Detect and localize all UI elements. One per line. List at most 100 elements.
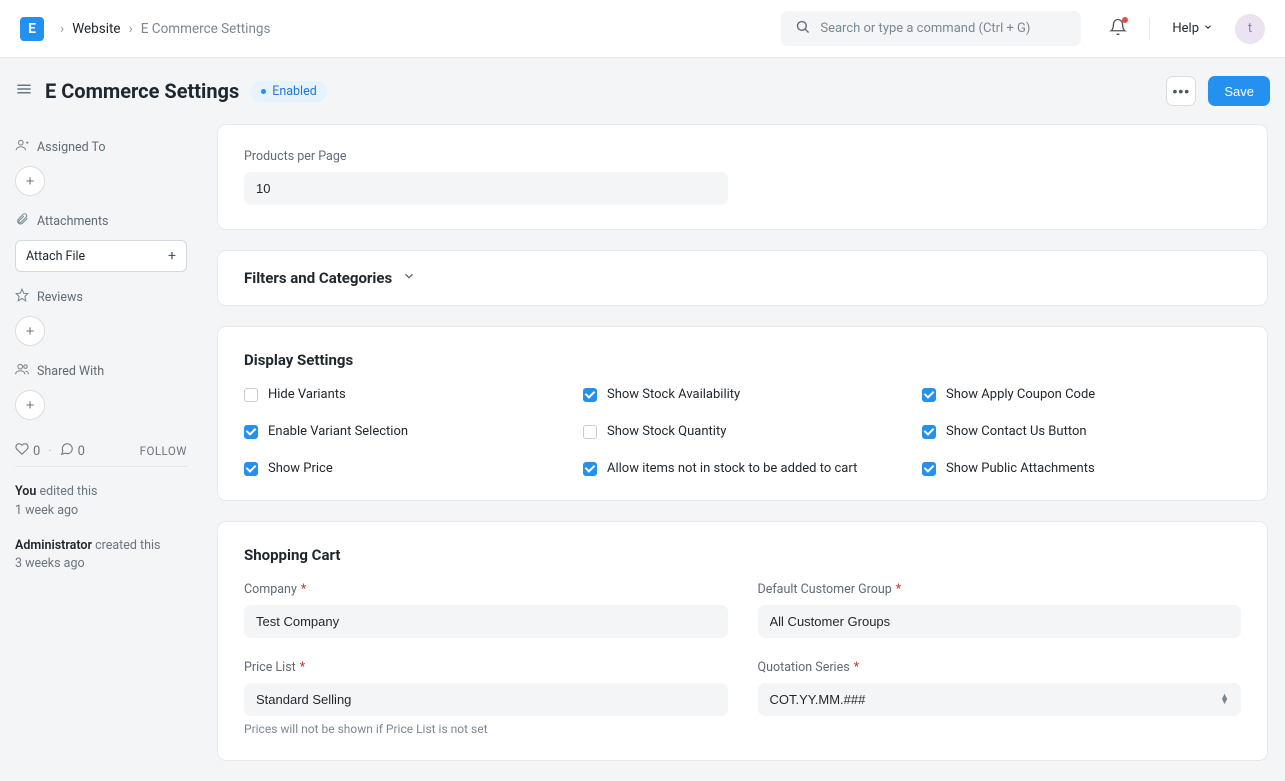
company-input[interactable] [244, 605, 728, 638]
checkbox-allow-items-not-in-stock-to-be-added-to-cart[interactable]: Allow items not in stock to be added to … [583, 461, 902, 476]
chevron-down-icon [1203, 21, 1213, 36]
heart-icon [15, 442, 29, 460]
checkbox-enable-variant-selection[interactable]: Enable Variant Selection [244, 424, 563, 439]
checkbox-icon [583, 462, 597, 476]
chevron-down-icon [402, 269, 416, 287]
price-list-help: Prices will not be shown if Price List i… [244, 722, 728, 736]
checkbox-label: Show Price [268, 461, 333, 476]
checkbox-label: Hide Variants [268, 387, 346, 402]
search-placeholder: Search or type a command (Ctrl + G) [820, 21, 1030, 36]
checkbox-label: Enable Variant Selection [268, 424, 408, 439]
likes-count: 0 [33, 444, 40, 459]
checkbox-icon [583, 388, 597, 402]
plus-icon: + [26, 173, 35, 190]
help-menu[interactable]: Help [1172, 21, 1213, 36]
company-label: Company* [244, 582, 728, 597]
breadcrumb: › Website › E Commerce Settings [60, 21, 270, 37]
attach-file-button[interactable]: Attach File + [15, 240, 187, 272]
products-per-page-input[interactable] [244, 172, 728, 205]
comments-count: 0 [78, 444, 85, 459]
price-list-label: Price List* [244, 660, 728, 675]
required-asterisk: * [301, 582, 306, 597]
required-asterisk: * [300, 660, 305, 675]
checkbox-show-contact-us-button[interactable]: Show Contact Us Button [922, 424, 1241, 439]
quotation-series-label: Quotation Series* [758, 660, 1242, 675]
checkbox-icon [244, 425, 258, 439]
filters-categories-card: Filters and Categories [217, 250, 1268, 306]
checkbox-show-price[interactable]: Show Price [244, 461, 563, 476]
checkbox-label: Show Stock Quantity [607, 424, 726, 439]
more-button[interactable]: ••• [1166, 76, 1196, 106]
checkbox-icon [922, 425, 936, 439]
add-share-button[interactable]: + [15, 390, 45, 420]
checkbox-icon [583, 425, 597, 439]
activity-entry: You edited this 1 week ago [15, 483, 187, 521]
products-per-page-card: Products per Page [217, 124, 1268, 230]
products-per-page-label: Products per Page [244, 149, 1241, 164]
required-asterisk: * [854, 660, 859, 675]
plus-icon: + [26, 397, 35, 414]
customer-group-input[interactable] [758, 605, 1242, 638]
checkbox-icon [922, 388, 936, 402]
add-assignee-button[interactable]: + [15, 166, 45, 196]
notification-dot [1122, 17, 1128, 23]
search-input[interactable]: Search or type a command (Ctrl + G) [781, 11, 1081, 46]
checkbox-label: Show Public Attachments [946, 461, 1095, 476]
search-icon [795, 19, 810, 38]
checkbox-show-apply-coupon-code[interactable]: Show Apply Coupon Code [922, 387, 1241, 402]
customer-group-label: Default Customer Group* [758, 582, 1242, 597]
checkbox-show-public-attachments[interactable]: Show Public Attachments [922, 461, 1241, 476]
breadcrumb-current: E Commerce Settings [141, 21, 271, 37]
filters-categories-toggle[interactable]: Filters and Categories [244, 269, 1241, 287]
checkbox-label: Allow items not in stock to be added to … [607, 461, 857, 476]
user-icon [15, 138, 29, 156]
activity-entry: Administrator created this 3 weeks ago [15, 537, 187, 575]
avatar[interactable]: t [1235, 14, 1265, 44]
comment-icon [60, 442, 74, 460]
shopping-cart-card: Shopping Cart Company* Default Customer … [217, 521, 1268, 761]
checkbox-hide-variants[interactable]: Hide Variants [244, 387, 563, 402]
star-icon [15, 288, 29, 306]
divider [1149, 18, 1150, 40]
breadcrumb-link-website[interactable]: Website [72, 21, 120, 37]
status-badge: Enabled [251, 81, 327, 102]
status-dot-icon [261, 89, 266, 94]
select-caret-icon: ▲▼ [1220, 695, 1229, 705]
checkbox-label: Show Contact Us Button [946, 424, 1087, 439]
required-asterisk: * [896, 582, 901, 597]
users-icon [15, 362, 29, 380]
plus-icon: + [26, 323, 35, 340]
menu-icon[interactable] [15, 80, 33, 102]
checkbox-show-stock-quantity[interactable]: Show Stock Quantity [583, 424, 902, 439]
chevron-right-icon: › [60, 21, 64, 37]
attach-file-label: Attach File [26, 249, 85, 264]
display-settings-card: Display Settings Hide Variants Show Stock… [217, 326, 1268, 501]
status-text: Enabled [272, 84, 317, 99]
plus-icon: + [168, 248, 176, 264]
checkbox-icon [244, 388, 258, 402]
add-review-button[interactable]: + [15, 316, 45, 346]
assigned-to-label: Assigned To [15, 138, 187, 156]
price-list-input[interactable] [244, 683, 728, 716]
checkbox-show-stock-availability[interactable]: Show Stock Availability [583, 387, 902, 402]
app-logo[interactable]: E [20, 17, 44, 41]
follow-button[interactable]: FOLLOW [140, 444, 187, 458]
reviews-label: Reviews [15, 288, 187, 306]
paperclip-icon [15, 212, 29, 230]
page-title: E Commerce Settings [45, 79, 239, 103]
filters-categories-title: Filters and Categories [244, 269, 392, 287]
notifications-icon[interactable] [1109, 18, 1127, 40]
attachments-label: Attachments [15, 212, 187, 230]
checkbox-label: Show Stock Availability [607, 387, 740, 402]
ellipsis-icon: ••• [1173, 83, 1191, 99]
comments-counter[interactable]: 0 [60, 442, 85, 460]
chevron-right-icon: › [129, 21, 133, 37]
quotation-series-select[interactable] [758, 683, 1242, 716]
shopping-cart-title: Shopping Cart [244, 546, 1241, 564]
save-button[interactable]: Save [1208, 76, 1270, 106]
display-settings-title: Display Settings [244, 351, 1241, 369]
checkbox-icon [244, 462, 258, 476]
separator: · [48, 444, 51, 459]
likes-counter[interactable]: 0 [15, 442, 40, 460]
checkbox-label: Show Apply Coupon Code [946, 387, 1095, 402]
